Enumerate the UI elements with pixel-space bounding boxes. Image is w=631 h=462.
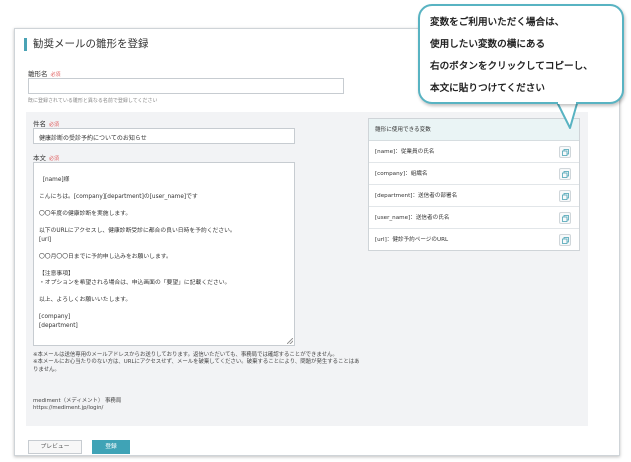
email-notes: ※本メールは送信専用のメールアドレスからお送りしております。返信いただいても、事… bbox=[33, 352, 360, 373]
submit-button[interactable]: 登録 bbox=[92, 440, 130, 454]
body-label: 本文 必須 bbox=[33, 152, 59, 162]
variable-row-name: [name]：従業員の氏名 bbox=[369, 141, 579, 163]
variables-panel: 雛形に使用できる変数 [name]：従業員の氏名 [company]：組織名 [… bbox=[368, 118, 580, 251]
variable-label: [name]：従業員の氏名 bbox=[375, 149, 435, 155]
template-name-input[interactable] bbox=[28, 78, 344, 94]
preview-button[interactable]: プレビュー bbox=[28, 440, 82, 454]
variable-row-department: [department]：送信者の部署名 bbox=[369, 185, 579, 207]
callout-line: 使用したい変数の横にある bbox=[430, 39, 546, 50]
copy-icon[interactable] bbox=[559, 190, 571, 202]
body-label-text: 本文 bbox=[33, 154, 46, 162]
template-name-hint: 既に登録されている雛形と異なる名前で登録してください bbox=[28, 98, 158, 104]
subject-label: 件名 必須 bbox=[33, 118, 59, 128]
variable-label: [user_name]：送信者の氏名 bbox=[375, 215, 450, 221]
variable-label: [department]：送信者の部署名 bbox=[375, 193, 458, 199]
page-title: 勧奨メールの雛形を登録 bbox=[24, 38, 149, 51]
variable-row-user-name: [user_name]：送信者の氏名 bbox=[369, 207, 579, 229]
callout-line: 右のボタンをクリックしてコピーし、 bbox=[430, 61, 593, 72]
copy-icon[interactable] bbox=[559, 146, 571, 158]
copy-icon[interactable] bbox=[559, 212, 571, 224]
variable-row-url: [url]：健診予約ページのURL bbox=[369, 229, 579, 251]
variable-row-company: [company]：組織名 bbox=[369, 163, 579, 185]
copy-icon[interactable] bbox=[559, 168, 571, 180]
subject-input[interactable]: 健康診断の受診予約についてのお知らせ bbox=[33, 128, 295, 144]
resize-handle-icon[interactable] bbox=[287, 338, 293, 344]
body-textarea[interactable]: [name]様 こんにちは。[company][department]の[use… bbox=[33, 162, 295, 346]
body-text: [name]様 こんにちは。[company][department]の[use… bbox=[39, 176, 236, 329]
variable-label: [company]：組織名 bbox=[375, 171, 428, 177]
callout-line: 本文に貼りつけてください bbox=[430, 83, 545, 94]
email-signature: mediment（メディメント） 事務局 https://mediment.jp… bbox=[33, 398, 122, 412]
callout-line: 変数をご利用いただく場合は、 bbox=[430, 17, 565, 28]
callout: 変数をご利用いただく場合は、 使用したい変数の横にある 右のボタンをクリックして… bbox=[418, 4, 628, 132]
callout-bubble: 変数をご利用いただく場合は、 使用したい変数の横にある 右のボタンをクリックして… bbox=[418, 4, 624, 104]
variable-label: [url]：健診予約ページのURL bbox=[375, 237, 449, 243]
template-name-label: 雛形名 必須 bbox=[28, 68, 61, 78]
template-name-label-text: 雛形名 bbox=[28, 70, 48, 78]
subject-label-text: 件名 bbox=[33, 120, 46, 128]
copy-icon[interactable] bbox=[559, 234, 571, 246]
